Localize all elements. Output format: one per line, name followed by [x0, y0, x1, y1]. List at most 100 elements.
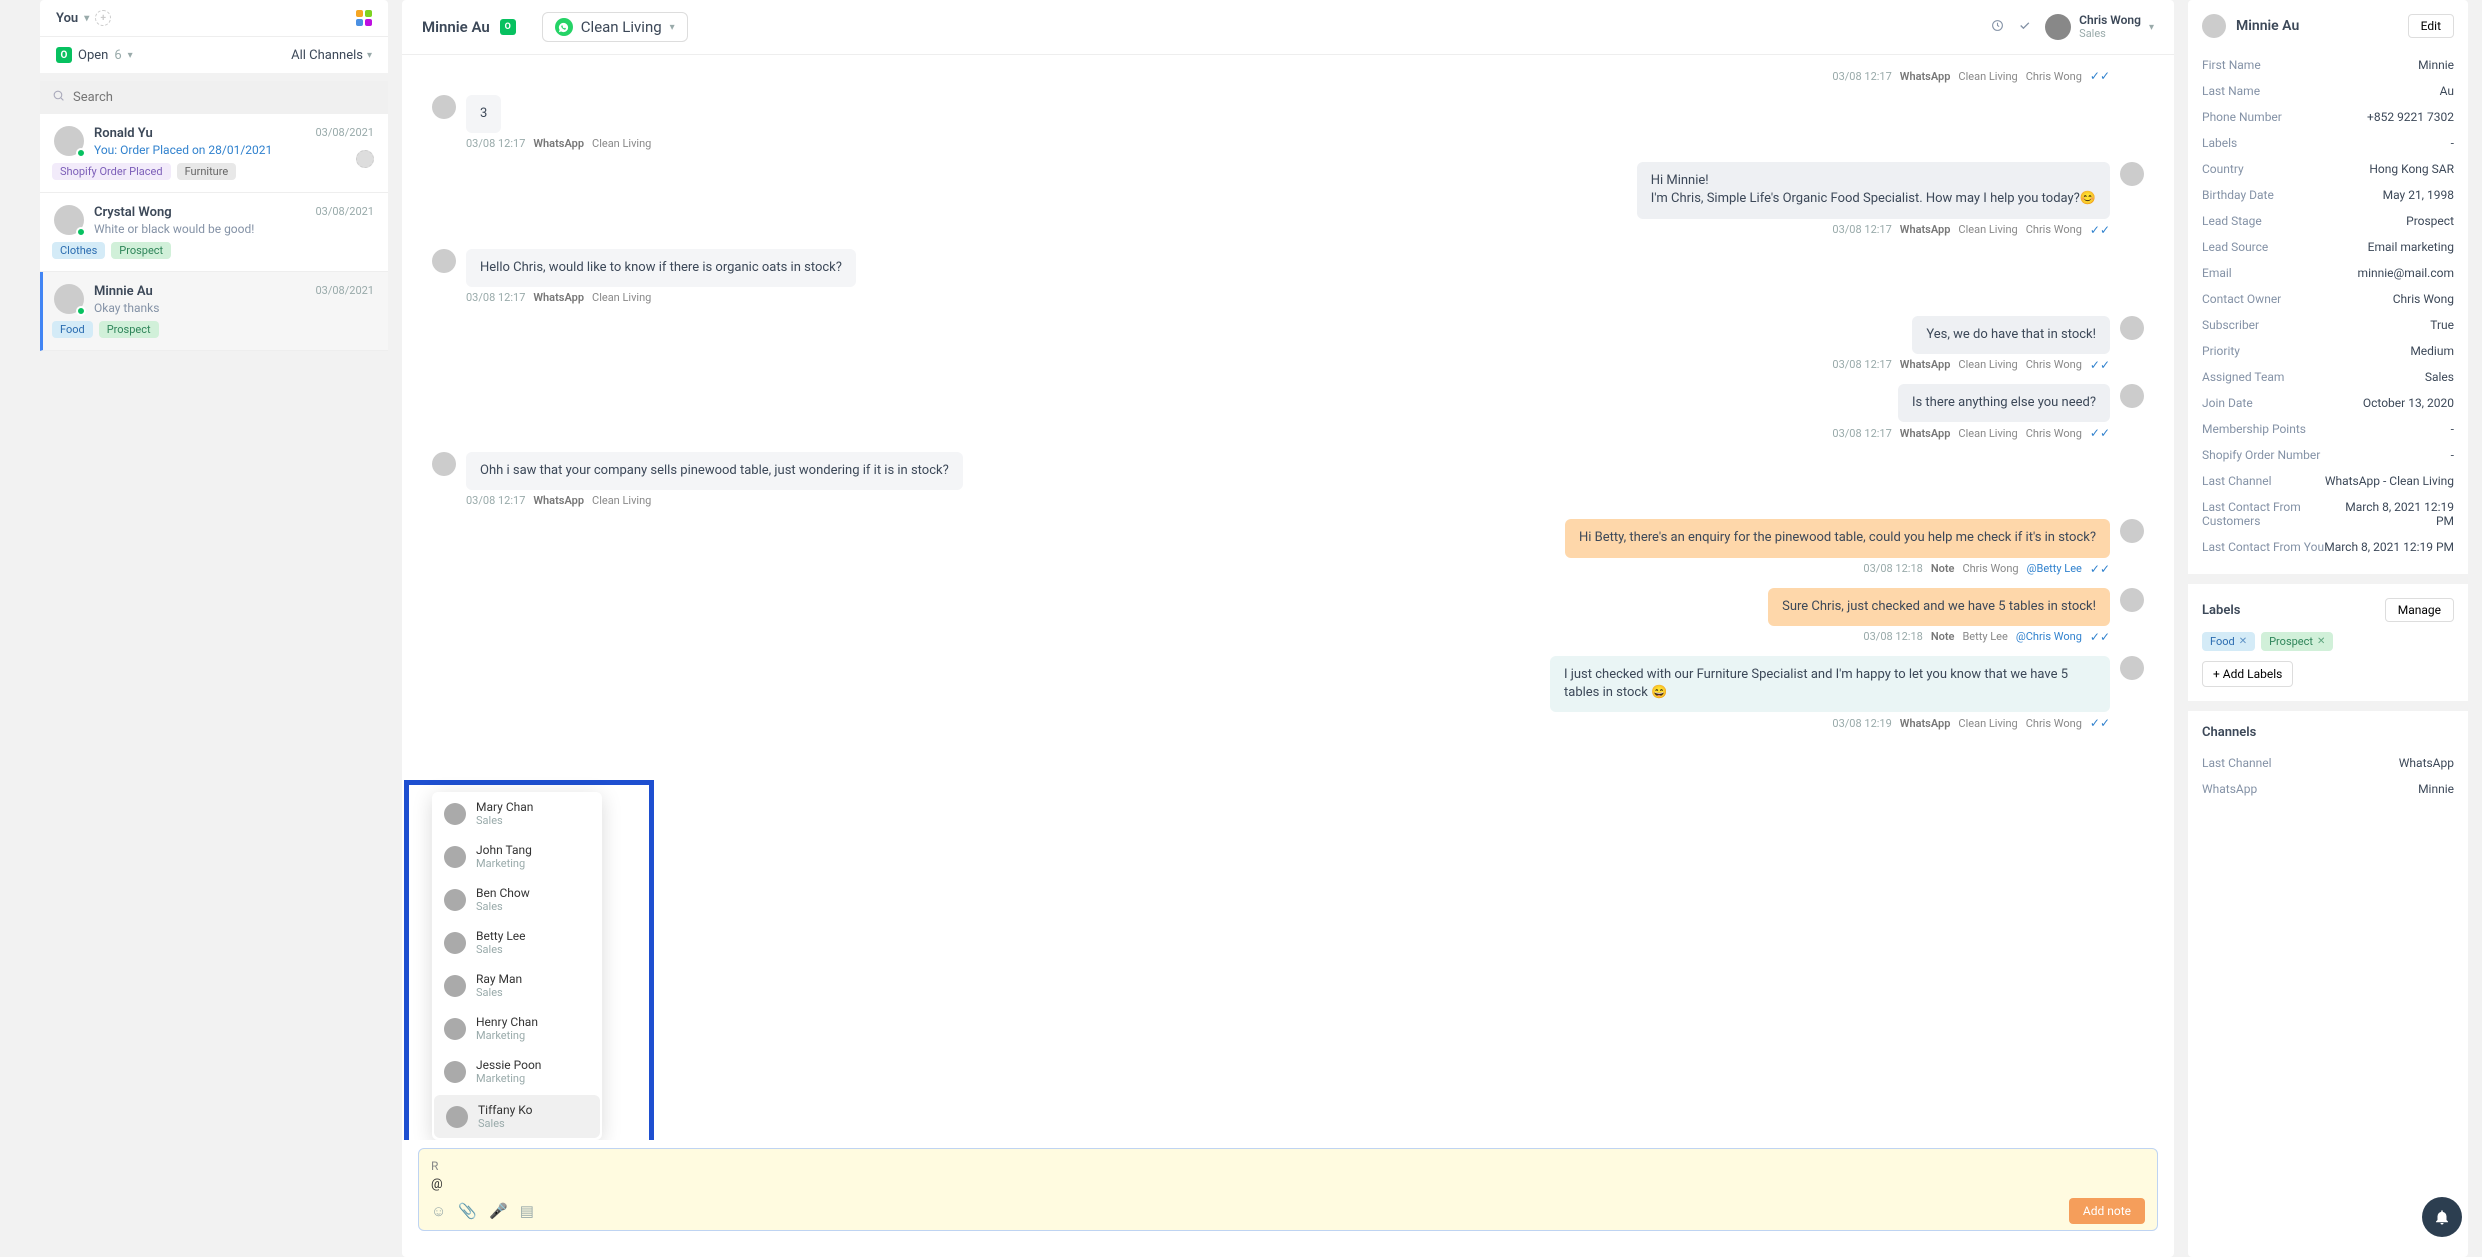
- mention-item[interactable]: John TangMarketing: [432, 835, 602, 878]
- open-status-icon: O: [56, 47, 72, 63]
- assignee-slot[interactable]: [356, 150, 374, 168]
- composer-footer: ☺ 📎 🎤 ▤ Add note: [431, 1198, 2145, 1224]
- remove-icon[interactable]: ✕: [2239, 636, 2247, 647]
- channels-title: Channels: [2202, 725, 2256, 740]
- message-bubble: 3: [466, 95, 501, 133]
- channels-filter[interactable]: All Channels ▾: [291, 48, 372, 63]
- field-value: Prospect: [2406, 214, 2454, 228]
- field-value: WhatsApp - Clean Living: [2325, 474, 2454, 488]
- outgoing-message: Hi Betty, there's an enquiry for the pin…: [432, 519, 2144, 557]
- avatar: [2120, 162, 2144, 186]
- message-bubble: I just checked with our Furniture Specia…: [1550, 656, 2110, 712]
- message-bubble: Hi Betty, there's an enquiry for the pin…: [1565, 519, 2110, 557]
- apps-grid-icon[interactable]: [356, 10, 372, 26]
- field-value: -: [2451, 448, 2454, 462]
- status-count: 6: [114, 48, 121, 63]
- search-input[interactable]: [73, 90, 376, 105]
- status-filter[interactable]: O Open 6 ▾: [56, 47, 133, 63]
- edit-button[interactable]: Edit: [2408, 14, 2454, 38]
- reply-indicator: Replying: [431, 1159, 2145, 1173]
- avatar: [2120, 656, 2144, 680]
- contact-fields: First NameMinnieLast NameAuPhone Number+…: [2188, 52, 2468, 574]
- avatar: [444, 1061, 466, 1083]
- search-icon: [52, 89, 65, 106]
- avatar: [444, 846, 466, 868]
- status-label: Open: [78, 48, 108, 63]
- field-key: Birthday Date: [2202, 188, 2274, 202]
- notifications-fab[interactable]: [2422, 1197, 2462, 1237]
- contact-field-row: Birthday DateMay 21, 1998: [2202, 182, 2454, 208]
- message-meta: 03/08 12:17WhatsAppClean LivingChris Won…: [432, 69, 2110, 83]
- channel-label: Clean Living: [581, 18, 662, 36]
- field-value: +852 9221 7302: [2367, 110, 2454, 124]
- mention-item[interactable]: Ben ChowSales: [432, 878, 602, 921]
- field-value: True: [2430, 318, 2454, 332]
- conversation-tag: Food: [52, 321, 93, 338]
- remove-icon[interactable]: ✕: [2317, 636, 2325, 647]
- add-icon[interactable]: +: [95, 10, 111, 26]
- conversation-item[interactable]: Crystal Wong03/08/2021 White or black wo…: [40, 193, 388, 272]
- chevron-down-icon: ▾: [128, 50, 133, 61]
- chevron-down-icon: ▾: [2149, 22, 2154, 33]
- field-value: minnie@mail.com: [2358, 266, 2454, 280]
- field-value: -: [2451, 422, 2454, 436]
- outgoing-message: Sure Chris, just checked and we have 5 t…: [432, 588, 2144, 626]
- incoming-message: Ohh i saw that your company sells pinewo…: [432, 452, 2144, 490]
- template-icon[interactable]: ▤: [520, 1202, 534, 1220]
- panel-header: Minnie Au Edit: [2188, 0, 2468, 52]
- add-labels-button[interactable]: + Add Labels: [2202, 661, 2293, 687]
- outgoing-message: Yes, we do have that in stock!: [432, 316, 2144, 354]
- contact-field-row: CountryHong Kong SAR: [2202, 156, 2454, 182]
- channels-label: All Channels: [291, 48, 363, 63]
- field-key: Last Name: [2202, 84, 2260, 98]
- mention-item[interactable]: Jessie PoonMarketing: [432, 1050, 602, 1093]
- avatar: [432, 249, 456, 273]
- check-icon[interactable]: [2018, 19, 2031, 36]
- field-value: March 8, 2021 12:19 PM: [2341, 500, 2454, 528]
- contact-panel: Minnie Au Edit First NameMinnieLast Name…: [2188, 0, 2468, 1257]
- message-meta: 03/08 12:19WhatsAppClean LivingChris Won…: [432, 716, 2110, 730]
- channel-selector[interactable]: Clean Living ▾: [542, 12, 688, 42]
- field-key: Join Date: [2202, 396, 2253, 410]
- mention-item[interactable]: Henry ChanMarketing: [432, 1007, 602, 1050]
- field-key: WhatsApp: [2202, 782, 2257, 796]
- field-value: Minnie: [2418, 782, 2454, 796]
- label-chip[interactable]: Food ✕: [2202, 632, 2255, 651]
- inbox-selector[interactable]: You ▾ +: [56, 10, 111, 26]
- contact-field-row: Email minnie@mail.com: [2202, 260, 2454, 286]
- contact-field-row: Last NameAu: [2202, 78, 2454, 104]
- chat-panel: Minnie Au O Clean Living ▾ Chris Wong Sa…: [402, 0, 2174, 1257]
- field-key: Last Contact From You: [2202, 540, 2324, 554]
- mention-item[interactable]: Ray ManSales: [432, 964, 602, 1007]
- avatar: [444, 889, 466, 911]
- chat-body: 03/08 12:17WhatsAppClean LivingChris Won…: [402, 55, 2174, 1140]
- label-chip[interactable]: Prospect ✕: [2261, 632, 2333, 651]
- conversation-item[interactable]: Ronald Yu03/08/2021 You: Order Placed on…: [40, 114, 388, 193]
- mention-item[interactable]: Mary ChanSales: [432, 792, 602, 835]
- whatsapp-icon: [555, 18, 573, 36]
- composer-toolbar: ☺ 📎 🎤 ▤: [431, 1202, 534, 1220]
- message-meta: 03/08 12:17WhatsAppClean Living: [466, 291, 2144, 304]
- conversation-tag: Prospect: [111, 242, 171, 259]
- attach-icon[interactable]: 📎: [458, 1202, 477, 1220]
- composer-input[interactable]: @: [431, 1177, 2145, 1192]
- message-bubble: Hi Minnie!I'm Chris, Simple Life's Organ…: [1637, 162, 2110, 218]
- conversation-item[interactable]: Minnie Au03/08/2021 Okay thanks FoodPros…: [40, 272, 388, 351]
- manage-labels-button[interactable]: Manage: [2385, 598, 2454, 622]
- conversation-date: 03/08/2021: [315, 126, 374, 141]
- mention-item[interactable]: Tiffany KoSales: [434, 1095, 600, 1138]
- mention-dropdown: Mary ChanSalesJohn TangMarketingBen Chow…: [432, 792, 602, 1140]
- message-bubble: Is there anything else you need?: [1898, 384, 2110, 422]
- label-chips: Food ✕ Prospect ✕: [2202, 632, 2454, 651]
- emoji-icon[interactable]: ☺: [431, 1202, 446, 1220]
- field-key: Lead Stage: [2202, 214, 2262, 228]
- history-icon[interactable]: [1991, 19, 2004, 36]
- field-key: Email: [2202, 266, 2232, 280]
- mention-item[interactable]: Betty LeeSales: [432, 921, 602, 964]
- message-meta: 03/08 12:17WhatsAppClean LivingChris Won…: [432, 223, 2110, 237]
- add-note-button[interactable]: Add note: [2069, 1198, 2145, 1224]
- message-meta: 03/08 12:17WhatsAppClean LivingChris Won…: [432, 358, 2110, 372]
- assignee-selector[interactable]: Chris Wong Sales ▾: [2045, 14, 2154, 40]
- avatar: [432, 452, 456, 476]
- mic-icon[interactable]: 🎤: [489, 1202, 508, 1220]
